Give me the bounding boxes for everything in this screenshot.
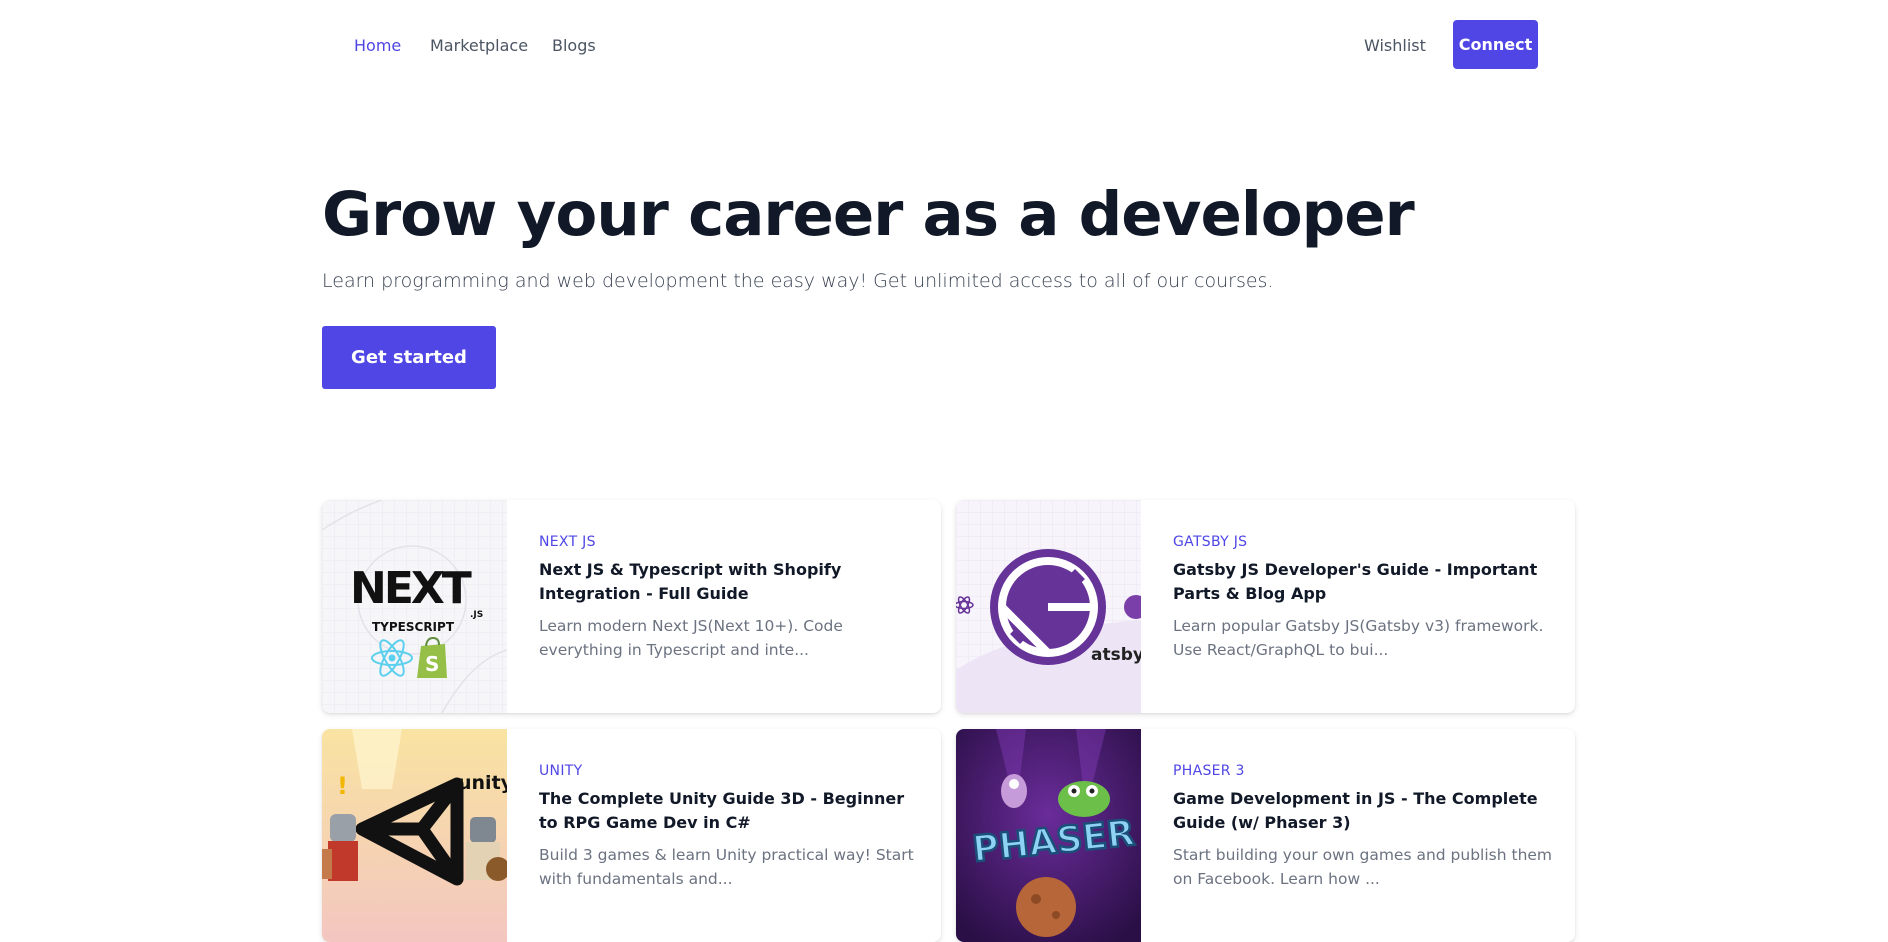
course-card-gatsby[interactable]: atsby Gatsby JS Gatsby JS Developer's Gu… [956,500,1575,713]
planet-icon [1016,877,1076,937]
svg-text:!: ! [337,772,348,800]
course-thumbnail-nextjs: NEXT .JS TYPESCRIPT S [322,500,507,713]
course-category: Phaser 3 [1173,763,1245,779]
get-started-button[interactable]: Get started [322,326,496,389]
unity-wordmark: unity [458,772,507,794]
hero-title: Grow your career as a developer [322,179,1415,250]
connect-button[interactable]: Connect [1453,20,1538,69]
course-category: Unity [539,763,583,779]
course-card-phaser[interactable]: PHASER Phaser 3 Game Development in JS -… [956,729,1575,942]
course-description: Learn popular Gatsby JS(Gatsby v3) frame… [1173,617,1544,659]
course-description: Start building your own games and publis… [1173,846,1553,888]
course-thumbnail-gatsby: atsby [956,500,1141,713]
course-title[interactable]: The Complete Unity Guide 3D - Beginner t… [539,787,919,835]
gatsby-logo-icon [990,549,1106,665]
course-thumbnail-phaser: PHASER [956,729,1141,942]
nav-link-blogs[interactable]: Blogs [552,36,596,55]
course-thumbnail-unity: unity ! [322,729,507,942]
nav-link-home[interactable]: Home [354,36,401,55]
course-category: Next JS [539,534,596,550]
svg-text:.JS: .JS [470,610,483,620]
course-card-unity[interactable]: unity ! Unity The Complete Unity Guide 3… [322,729,941,942]
course-title[interactable]: Game Development in JS - The Complete Gu… [1173,787,1553,835]
course-title[interactable]: Next JS & Typescript with Shopify Integr… [539,558,919,606]
course-card-nextjs[interactable]: NEXT .JS TYPESCRIPT S Next JS Next JS & … [322,500,941,713]
course-description: Build 3 games & learn Unity practical wa… [539,846,914,888]
nextjs-logo-text: NEXT [350,563,472,614]
nav-link-marketplace[interactable]: Marketplace [430,36,528,55]
course-description: Learn modern Next JS(Next 10+). Code eve… [539,617,843,659]
nav-link-wishlist[interactable]: Wishlist [1364,36,1426,55]
top-navbar: Home Marketplace Blogs Wishlist Connect [0,0,1888,90]
svg-text:TYPESCRIPT: TYPESCRIPT [372,620,455,634]
course-category: Gatsby JS [1173,534,1248,550]
svg-text:S: S [425,652,439,676]
hero-subtitle: Learn programming and web development th… [322,270,1274,292]
course-title[interactable]: Gatsby JS Developer's Guide - Important … [1173,558,1553,606]
gatsby-wordmark: atsby [1091,645,1141,665]
